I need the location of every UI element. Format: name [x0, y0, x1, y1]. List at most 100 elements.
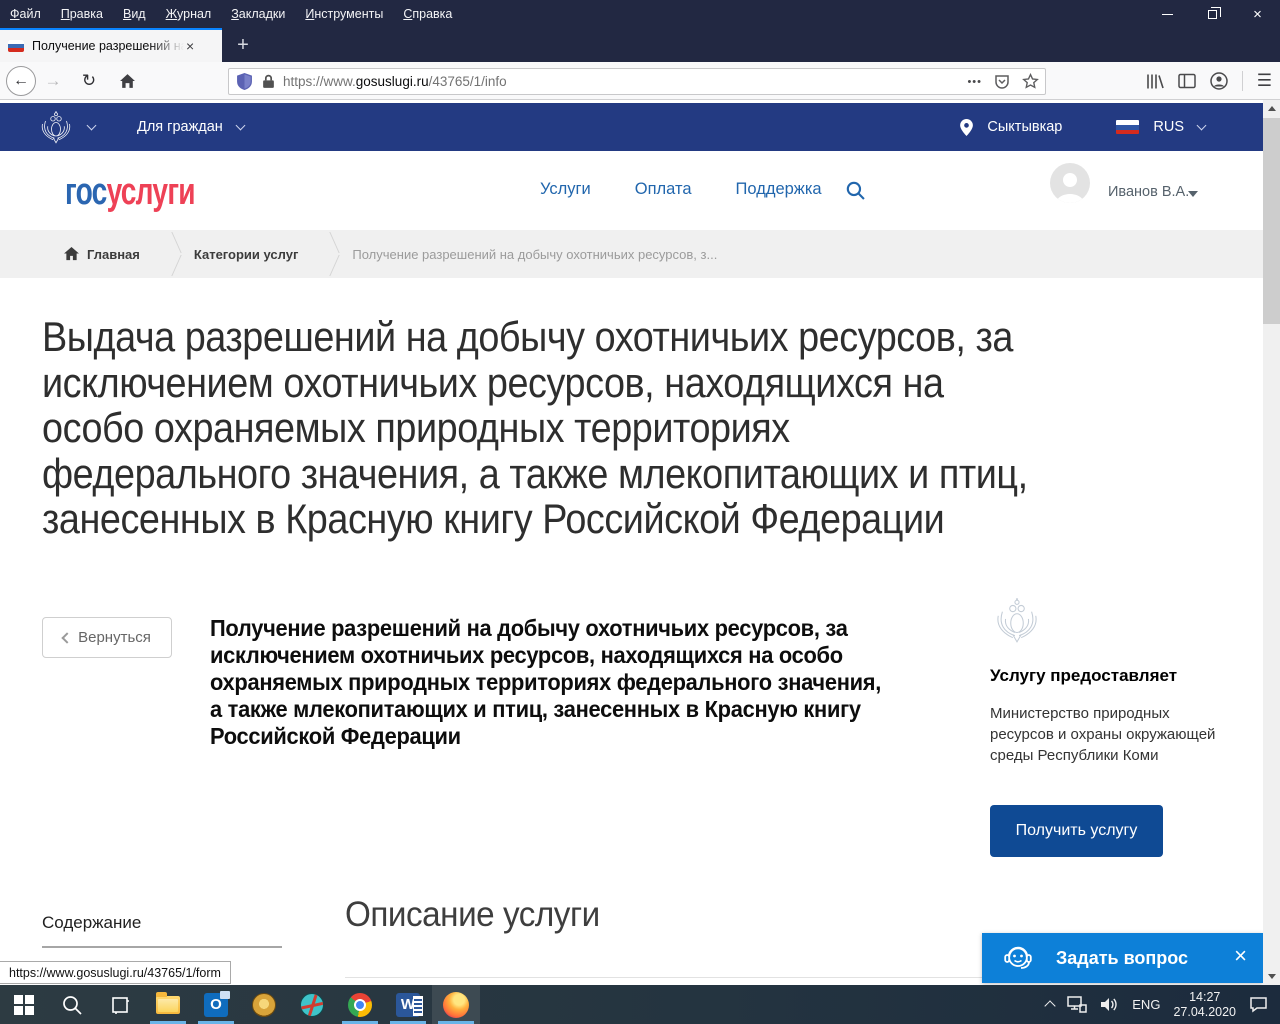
start-button[interactable] — [0, 985, 48, 1024]
taskbar: O W ENG 14:27 27.04.2020 — [0, 985, 1280, 1024]
gosuslugi-logo[interactable]: госуслуги — [65, 171, 195, 214]
forward-button[interactable]: → — [38, 66, 68, 96]
taskbar-word[interactable]: W — [384, 985, 432, 1024]
ask-question-widget[interactable]: Задать вопрос × — [982, 933, 1263, 983]
minimize-button[interactable] — [1145, 0, 1190, 28]
firefox-icon — [443, 992, 469, 1018]
menu-bookmarks[interactable]: Закладки — [221, 0, 295, 28]
chat-close-icon[interactable]: × — [1234, 945, 1247, 967]
file-explorer-icon — [156, 996, 180, 1014]
lock-icon — [262, 74, 275, 89]
menu-view[interactable]: Вид — [113, 0, 156, 28]
hamburger-menu-icon[interactable]: ☰ — [1257, 71, 1272, 91]
breadcrumb: Главная Категории услуг Получение разреш… — [0, 230, 1263, 278]
back-button[interactable]: ← — [6, 66, 36, 96]
url-actions: ••• — [967, 69, 1039, 94]
url-text: https://www.gosuslugi.ru/43765/1/info — [283, 74, 507, 89]
search-icon — [62, 995, 82, 1015]
user-caret-icon[interactable] — [1188, 191, 1198, 197]
language-selector[interactable]: RUS — [1153, 119, 1184, 135]
ask-question-label: Задать вопрос — [1056, 948, 1188, 969]
russia-flag-favicon — [8, 40, 24, 52]
account-icon[interactable] — [1210, 72, 1228, 90]
browser-menubar: Файл Правка Вид Журнал Закладки Инструме… — [0, 0, 1280, 28]
taskbar-globe-app[interactable] — [288, 985, 336, 1024]
taskbar-outlook[interactable]: O — [192, 985, 240, 1024]
url-bar[interactable]: https://www.gosuslugi.ru/43765/1/info ••… — [228, 68, 1046, 95]
taskbar-compass-app[interactable] — [240, 985, 288, 1024]
get-service-button[interactable]: Получить услугу — [990, 805, 1163, 857]
menu-file[interactable]: Файл — [0, 0, 51, 28]
chevron-left-icon — [61, 632, 72, 643]
task-view-button[interactable] — [96, 985, 144, 1024]
task-view-icon — [110, 995, 130, 1015]
page-viewport: Для граждан Сыктывкар RUS госуслуги Услу… — [0, 100, 1263, 985]
city-selector[interactable]: Сыктывкар — [987, 119, 1062, 135]
pocket-icon[interactable] — [994, 74, 1010, 90]
toolbar-separator — [1242, 71, 1243, 91]
nav-services[interactable]: Услуги — [540, 180, 591, 199]
search-button[interactable] — [846, 181, 865, 200]
library-icon[interactable] — [1146, 73, 1164, 90]
network-icon[interactable] — [1067, 996, 1087, 1013]
russia-flag-icon — [1116, 120, 1139, 134]
sidebar-icon[interactable] — [1178, 73, 1196, 89]
close-icon: × — [1253, 7, 1262, 22]
menu-history[interactable]: Журнал — [156, 0, 222, 28]
breadcrumb-separator — [312, 230, 338, 278]
chevron-down-icon[interactable] — [87, 120, 97, 130]
site-header: Для граждан Сыктывкар RUS — [0, 103, 1263, 151]
scrollbar-thumb[interactable] — [1263, 118, 1280, 324]
page-actions-icon[interactable]: ••• — [967, 76, 982, 88]
nav-support[interactable]: Поддержка — [736, 180, 822, 199]
home-button[interactable] — [112, 66, 142, 96]
bookmark-star-icon[interactable] — [1022, 73, 1039, 90]
scroll-up-arrow[interactable] — [1263, 100, 1280, 117]
nav-payment[interactable]: Оплата — [635, 180, 692, 199]
provider-label: Услугу предоставляет — [990, 666, 1177, 686]
user-menu[interactable]: Иванов В.А. — [1108, 184, 1189, 200]
status-bar-link: https://www.gosuslugi.ru/43765/1/form — [0, 961, 231, 984]
menu-tools[interactable]: Инструменты — [295, 0, 393, 28]
service-subtitle: Получение разрешений на добычу охотничьи… — [210, 615, 916, 750]
taskbar-chrome[interactable] — [336, 985, 384, 1024]
clock-date: 27.04.2020 — [1173, 1005, 1236, 1020]
chevron-down-icon[interactable] — [1197, 120, 1207, 130]
keyboard-language[interactable]: ENG — [1132, 997, 1160, 1012]
reload-button[interactable]: ↻ — [74, 66, 104, 96]
scrollbar[interactable] — [1263, 100, 1280, 985]
active-tab[interactable]: Получение разрешений на до × — [0, 28, 222, 62]
chevron-down-icon[interactable] — [235, 120, 245, 130]
restore-button[interactable] — [1190, 0, 1235, 28]
clock[interactable]: 14:27 27.04.2020 — [1173, 990, 1236, 1020]
coat-of-arms-icon[interactable] — [38, 108, 74, 146]
browser-toolbar: ← → ↻ https://www.gosuslugi.ru/43765/1/i… — [0, 62, 1280, 100]
action-center-icon[interactable] — [1249, 996, 1268, 1013]
hidden-icons-chevron[interactable] — [1045, 1000, 1056, 1011]
home-icon[interactable] — [64, 247, 79, 261]
location-pin-icon — [960, 119, 973, 136]
outlook-icon: O — [204, 993, 228, 1017]
avatar[interactable] — [1050, 163, 1090, 203]
volume-icon[interactable] — [1100, 996, 1119, 1013]
return-button[interactable]: Вернуться — [42, 617, 172, 658]
taskbar-firefox[interactable] — [432, 985, 480, 1024]
breadcrumb-home[interactable]: Главная — [87, 247, 140, 262]
menu-edit[interactable]: Правка — [51, 0, 113, 28]
browser-tabbar: Получение разрешений на до × + — [0, 28, 1280, 62]
audience-selector[interactable]: Для граждан — [137, 119, 223, 135]
windows-logo-icon — [14, 995, 34, 1015]
tab-close-icon[interactable]: × — [186, 39, 194, 53]
network-globe-icon — [300, 993, 324, 1017]
taskbar-explorer[interactable] — [144, 985, 192, 1024]
taskbar-search-button[interactable] — [48, 985, 96, 1024]
new-tab-button[interactable]: + — [230, 33, 256, 57]
compass-badge-icon — [252, 993, 276, 1017]
word-icon: W — [396, 993, 420, 1017]
breadcrumb-separator — [154, 230, 180, 278]
tracking-shield-icon[interactable] — [237, 73, 252, 90]
breadcrumb-categories[interactable]: Категории услуг — [194, 247, 299, 262]
menu-help[interactable]: Справка — [393, 0, 462, 28]
scroll-down-arrow[interactable] — [1263, 968, 1280, 985]
close-button[interactable]: × — [1235, 0, 1280, 28]
